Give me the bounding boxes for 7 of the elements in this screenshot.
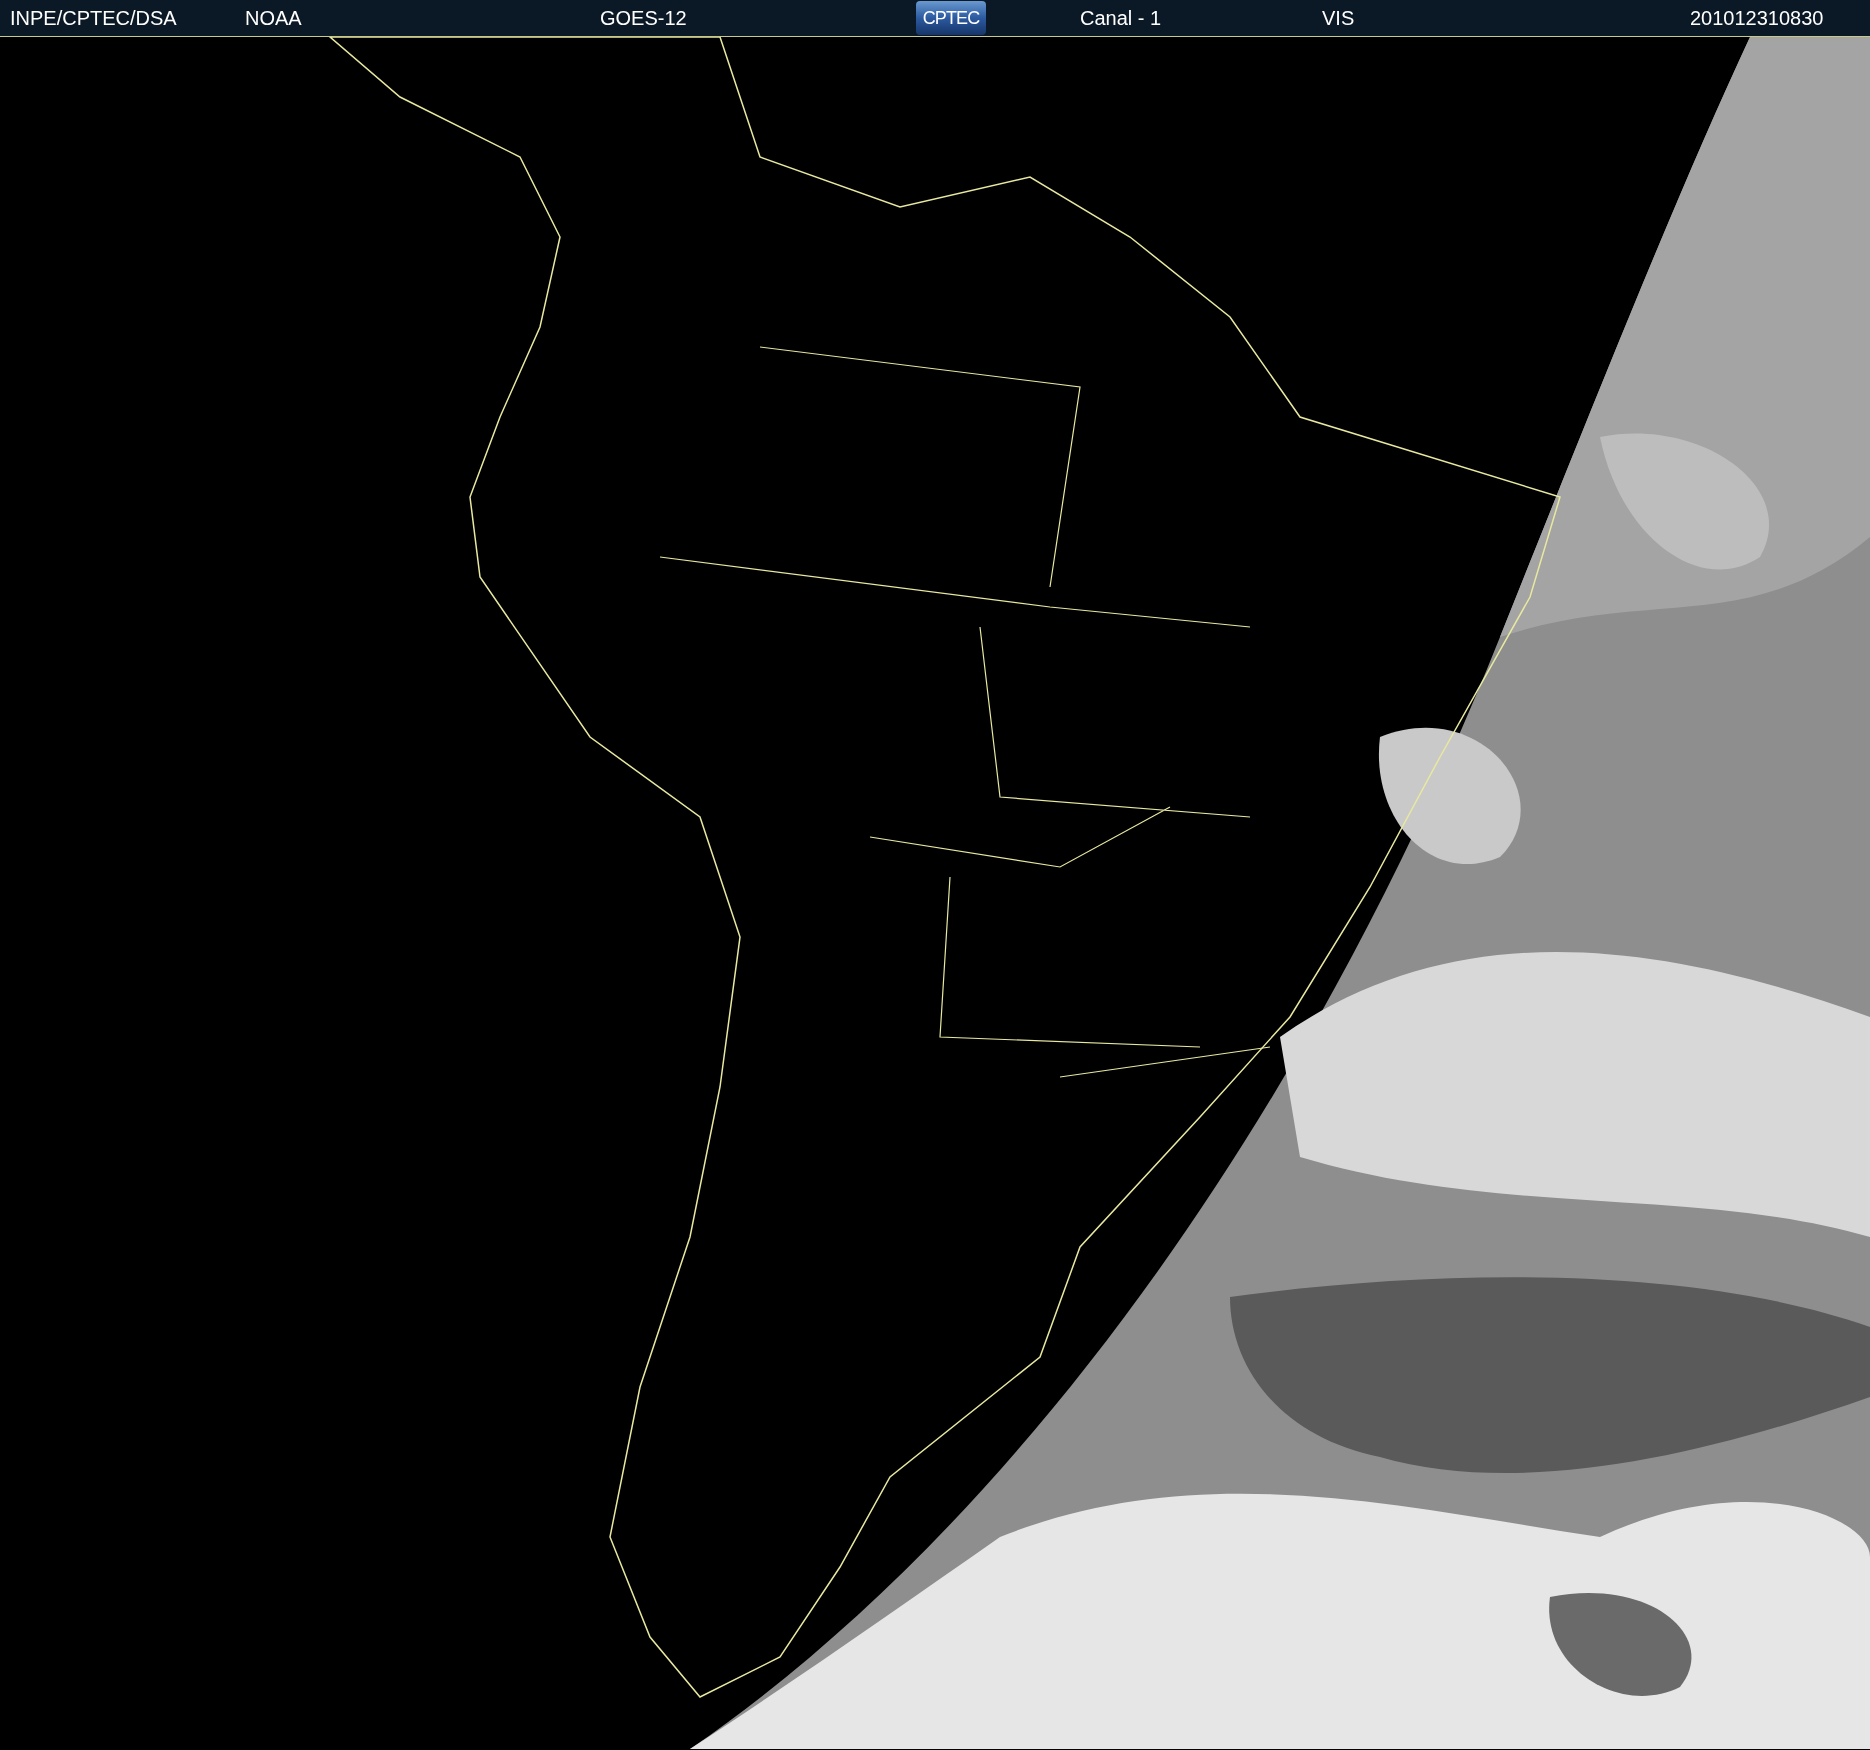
- logo: CPTEC: [916, 1, 986, 35]
- band-label: VIS: [1322, 8, 1356, 28]
- timestamp-label: 201012310830: [1690, 8, 1824, 28]
- source-label: NOAA: [245, 8, 303, 28]
- channel-label: Canal - 1: [1080, 8, 1163, 28]
- agency-label: INPE/CPTEC/DSA: [10, 8, 178, 28]
- satellite-label: GOES-12: [600, 8, 688, 28]
